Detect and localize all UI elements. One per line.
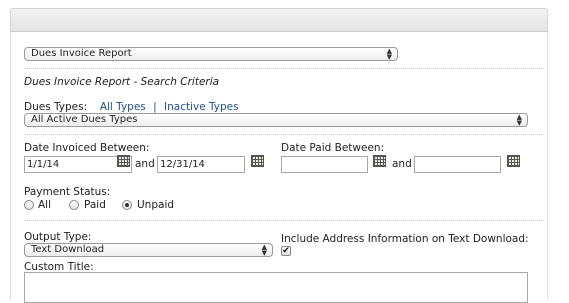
include-address-label: Include Address Information on Text Down… (281, 233, 529, 245)
date-paid-label: Date Paid Between: (281, 142, 385, 154)
select-arrows-icon: ▲ ▼ (261, 243, 267, 257)
payment-status-all-radio[interactable] (24, 200, 34, 210)
calendar-icon[interactable] (373, 155, 386, 167)
date-invoiced-to-input[interactable]: 12/31/14 (157, 156, 245, 173)
calendar-icon[interactable] (251, 155, 264, 167)
date-invoiced-from-input[interactable]: 1/1/14 (24, 156, 132, 173)
all-types-link[interactable]: All Types (100, 101, 146, 113)
output-type-select[interactable]: Text Download ▲ ▼ (24, 243, 273, 257)
inactive-types-link[interactable]: Inactive Types (164, 101, 239, 113)
payment-status-unpaid-label: Unpaid (137, 199, 175, 211)
date-invoiced-label: Date Invoiced Between: (24, 142, 150, 154)
payment-status-unpaid-radio[interactable] (122, 200, 132, 210)
custom-title-input[interactable] (24, 272, 528, 292)
divider (24, 220, 544, 221)
dues-types-row: Dues Types: All Types | Inactive Types (24, 101, 239, 113)
output-type-label: Output Type: (24, 231, 92, 243)
custom-title-input-continued[interactable] (24, 291, 528, 303)
date-paid-from-input[interactable] (281, 156, 368, 173)
payment-status-paid-radio[interactable] (69, 200, 79, 210)
divider (24, 68, 544, 69)
report-type-value: Dues Invoice Report (31, 48, 132, 59)
dues-types-select[interactable]: All Active Dues Types ▲ ▼ (24, 113, 528, 127)
payment-status-paid-label: Paid (84, 199, 106, 211)
and-label: and (135, 158, 155, 170)
and-label: and (392, 158, 412, 170)
section-title: Dues Invoice Report - Search Criteria (24, 76, 220, 88)
include-address-checkbox[interactable]: ✔ (281, 246, 291, 256)
panel-header-bar (10, 8, 548, 32)
dues-types-label: Dues Types: (24, 101, 88, 113)
dues-types-value: All Active Dues Types (31, 114, 138, 125)
select-arrows-icon: ▲ ▼ (516, 113, 522, 127)
calendar-icon[interactable] (507, 155, 520, 167)
select-arrows-icon: ▲ ▼ (386, 47, 392, 61)
date-paid-to-input[interactable] (414, 156, 501, 173)
payment-status-all-label: All (38, 199, 52, 211)
payment-status-label: Payment Status: (24, 186, 111, 198)
output-type-value: Text Download (31, 244, 105, 255)
divider (24, 134, 544, 135)
link-separator: | (153, 101, 157, 113)
calendar-icon[interactable] (117, 155, 130, 167)
report-type-select[interactable]: Dues Invoice Report ▲ ▼ (24, 47, 398, 61)
